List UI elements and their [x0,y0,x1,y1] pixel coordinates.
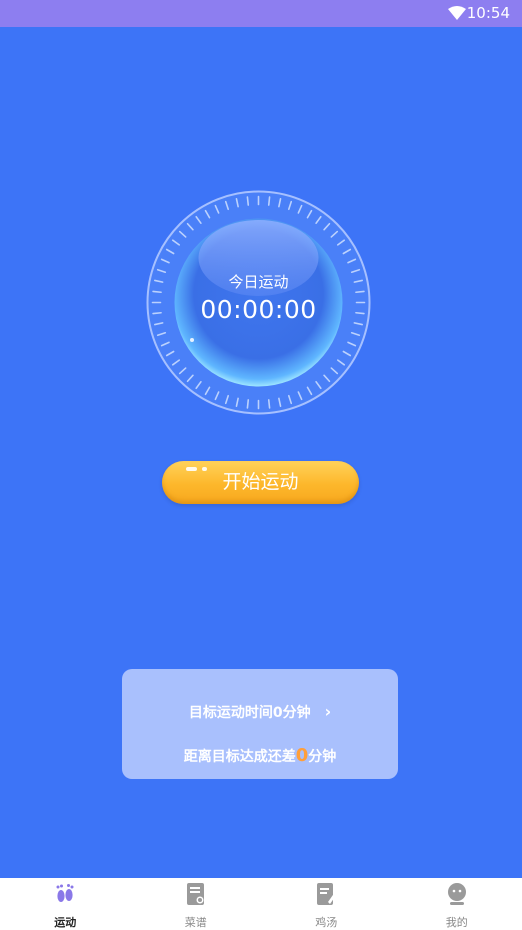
status-bar: 10:54 [0,0,522,27]
notes-icon [317,883,338,905]
tab-label: 我的 [445,916,468,929]
start-exercise-label: 开始运动 [222,471,299,493]
tab-profile[interactable]: 我的 [392,878,522,930]
recipe-icon [186,883,204,905]
goal-remaining-prefix: 距离目标达成还差 [183,749,296,765]
goal-card[interactable]: 目标运动时间0分钟 › 距离目标达成还差0分钟 [122,669,398,779]
dial-tick [267,196,271,206]
tab-label: 运动 [54,916,77,929]
footprints-icon [56,884,74,902]
exercise-timer-dial: 今日运动 00:00:00 [146,190,371,415]
dial-tick [246,399,250,409]
tab-soup[interactable]: 鸡汤 [261,878,392,930]
tab-label: 鸡汤 [315,916,338,929]
dial-title: 今日运动 [228,273,289,291]
goal-target-text: 目标运动时间0分钟 [188,705,311,721]
tab-exercise[interactable]: 运动 [0,878,131,930]
bottom-tab-bar: 运动 菜谱 鸡汤 我的 [0,878,522,930]
dial-tick [246,196,250,206]
dial-timer: 00:00:00 [200,295,317,324]
tab-recipes[interactable]: 菜谱 [131,878,262,930]
goal-remaining-suffix: 分钟 [308,749,337,765]
goal-remaining-value: 0 [295,745,309,766]
chevron-right-icon: › [324,702,332,721]
wifi-icon [448,6,466,20]
goal-remaining-row: 距离目标达成还差0分钟 [122,745,398,766]
start-exercise-button[interactable]: 开始运动 [162,461,359,504]
profile-icon [447,883,466,905]
tab-label: 菜谱 [184,916,207,929]
dial-tick [267,399,271,409]
status-time: 10:54 [466,4,510,22]
goal-target-row[interactable]: 目标运动时间0分钟 › [122,702,398,722]
